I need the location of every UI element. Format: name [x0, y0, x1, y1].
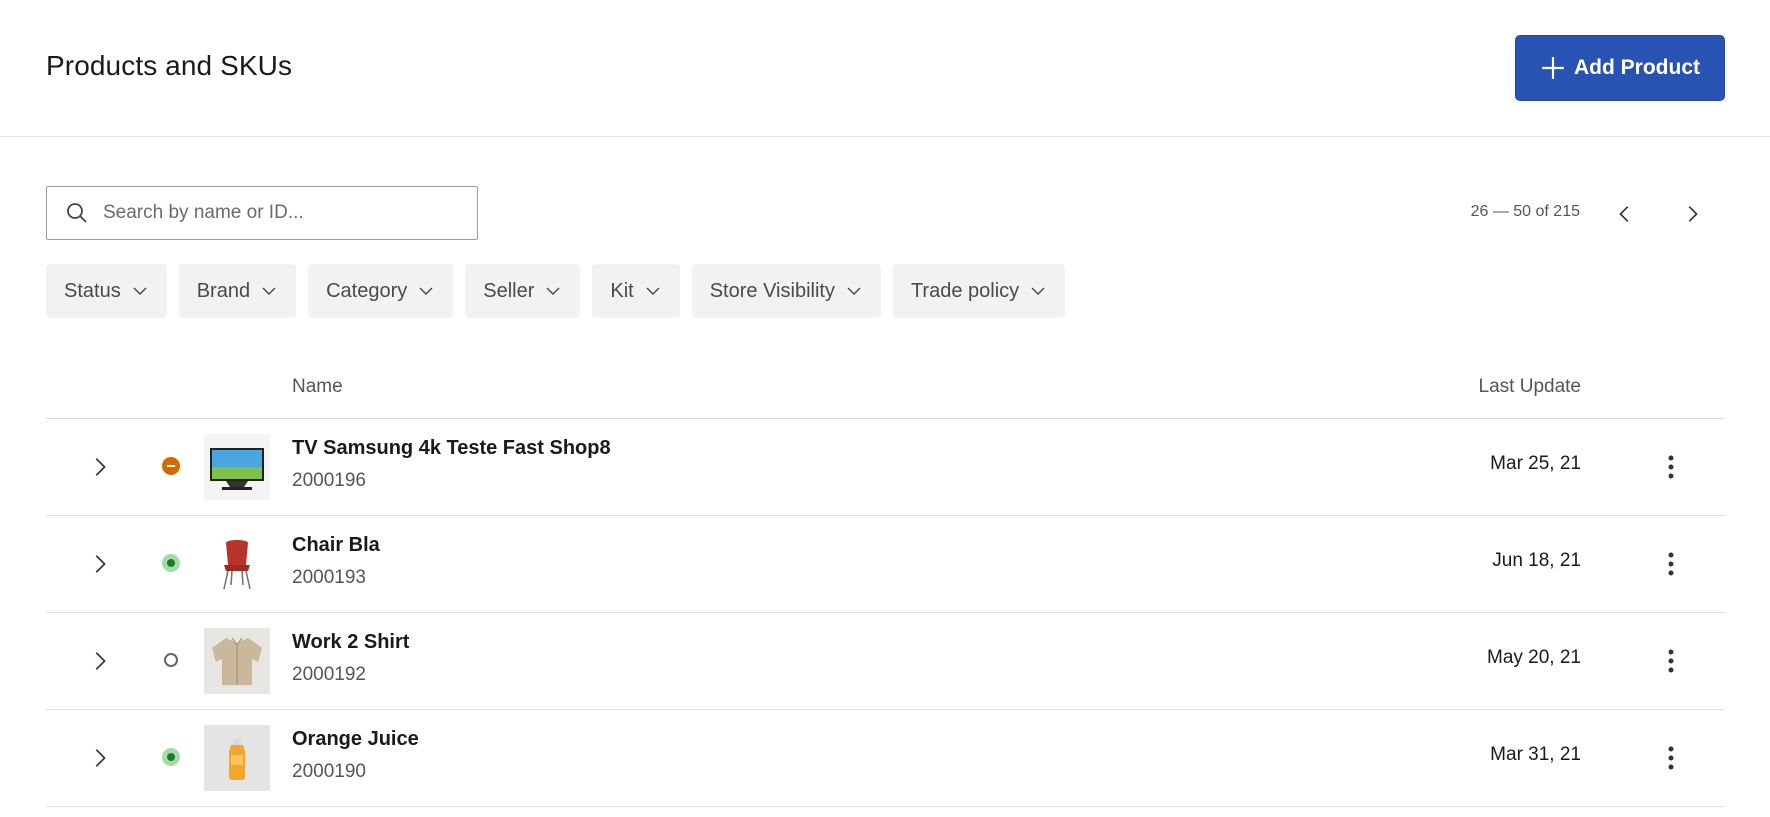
filter-trade-policy[interactable]: Trade policy — [892, 264, 1066, 318]
page-title: Products and SKUs — [46, 50, 293, 81]
product-id: 2000193 — [292, 567, 366, 588]
previous-page-button[interactable] — [1607, 196, 1643, 232]
product-thumbnail — [204, 628, 270, 694]
product-name[interactable]: Chair Bla — [292, 534, 380, 557]
product-name[interactable]: Orange Juice — [292, 728, 419, 751]
pagination-range: 26 — 50 of 215 — [1470, 203, 1580, 220]
chevron-left-icon — [1619, 206, 1629, 222]
product-thumbnail — [204, 531, 270, 597]
table-row[interactable]: Chair Bla 2000193 Jun 18, 21 — [46, 516, 1725, 613]
expand-row-button[interactable] — [82, 546, 118, 582]
product-thumbnail — [204, 434, 270, 500]
add-product-button[interactable]: Add Product — [1515, 35, 1725, 101]
status-active-icon — [162, 554, 180, 572]
page-header: Products and SKUs Add Product — [0, 0, 1770, 137]
product-name[interactable]: Work 2 Shirt — [292, 631, 409, 654]
chevron-right-icon — [95, 458, 106, 476]
filter-brand[interactable]: Brand — [178, 264, 297, 318]
tv-image — [204, 434, 270, 500]
chevron-down-icon — [133, 287, 147, 295]
chevron-right-icon — [95, 749, 106, 767]
last-update-date: May 20, 21 — [1487, 647, 1581, 668]
kebab-menu-icon — [1668, 649, 1674, 673]
filter-label: Kit — [610, 279, 634, 302]
search-icon — [67, 203, 87, 223]
filter-label: Store Visibility — [709, 279, 835, 302]
kebab-menu-icon — [1668, 455, 1674, 479]
filter-label: Status — [64, 279, 121, 302]
search-input[interactable] — [103, 202, 463, 224]
filter-category[interactable]: Category — [308, 264, 454, 318]
status-inactive-icon — [162, 457, 180, 475]
expand-row-button[interactable] — [82, 449, 118, 485]
filter-seller[interactable]: Seller — [465, 264, 581, 318]
next-page-button[interactable] — [1674, 196, 1710, 232]
kebab-menu-icon — [1668, 552, 1674, 576]
add-product-label: Add Product — [1574, 56, 1700, 79]
chair-image — [204, 531, 270, 597]
chevron-down-icon — [646, 287, 660, 295]
filter-bar: Status Brand Category Seller Kit Store V… — [46, 264, 1066, 318]
table-row[interactable]: Work 2 Shirt 2000192 May 20, 21 — [46, 613, 1725, 710]
filter-kit[interactable]: Kit — [592, 264, 680, 318]
column-header-last-update[interactable]: Last Update — [1479, 376, 1581, 398]
table-row[interactable]: TV Samsung 4k Teste Fast Shop8 2000196 M… — [46, 419, 1725, 516]
filter-label: Seller — [483, 279, 535, 302]
chevron-right-icon — [1688, 206, 1698, 222]
filter-store-visibility[interactable]: Store Visibility — [691, 264, 881, 318]
expand-row-button[interactable] — [82, 643, 118, 679]
product-id: 2000196 — [292, 470, 366, 491]
filter-status[interactable]: Status — [46, 264, 167, 318]
chevron-down-icon — [546, 287, 560, 295]
product-name[interactable]: TV Samsung 4k Teste Fast Shop8 — [292, 437, 611, 460]
filter-label: Brand — [196, 279, 251, 302]
product-id: 2000192 — [292, 664, 366, 685]
plus-icon — [1542, 57, 1564, 79]
product-id: 2000190 — [292, 761, 366, 782]
chevron-down-icon — [262, 287, 276, 295]
chevron-down-icon — [419, 287, 433, 295]
table-row[interactable]: Orange Juice 2000190 Mar 31, 21 — [46, 710, 1725, 807]
last-update-date: Mar 31, 21 — [1490, 744, 1581, 765]
column-header-name[interactable]: Name — [292, 376, 343, 398]
shirt-image — [204, 628, 270, 694]
chevron-right-icon — [95, 652, 106, 670]
status-draft-icon — [164, 653, 178, 667]
kebab-menu-icon — [1668, 746, 1674, 770]
juice-image — [204, 725, 270, 791]
products-table: Name Last Update TV Samsung 4k Teste Fas… — [46, 364, 1725, 807]
row-actions-button[interactable] — [1653, 643, 1689, 679]
row-actions-button[interactable] — [1653, 546, 1689, 582]
chevron-right-icon — [95, 555, 106, 573]
filter-label: Trade policy — [910, 279, 1020, 302]
search-box[interactable] — [46, 186, 478, 240]
last-update-date: Mar 25, 21 — [1490, 453, 1581, 474]
expand-row-button[interactable] — [82, 740, 118, 776]
chevron-down-icon — [847, 287, 861, 295]
product-thumbnail — [204, 725, 270, 791]
row-actions-button[interactable] — [1653, 740, 1689, 776]
status-active-icon — [162, 748, 180, 766]
filter-label: Category — [326, 279, 408, 302]
table-header: Name Last Update — [46, 364, 1725, 419]
chevron-down-icon — [1031, 287, 1045, 295]
last-update-date: Jun 18, 21 — [1492, 550, 1581, 571]
row-actions-button[interactable] — [1653, 449, 1689, 485]
